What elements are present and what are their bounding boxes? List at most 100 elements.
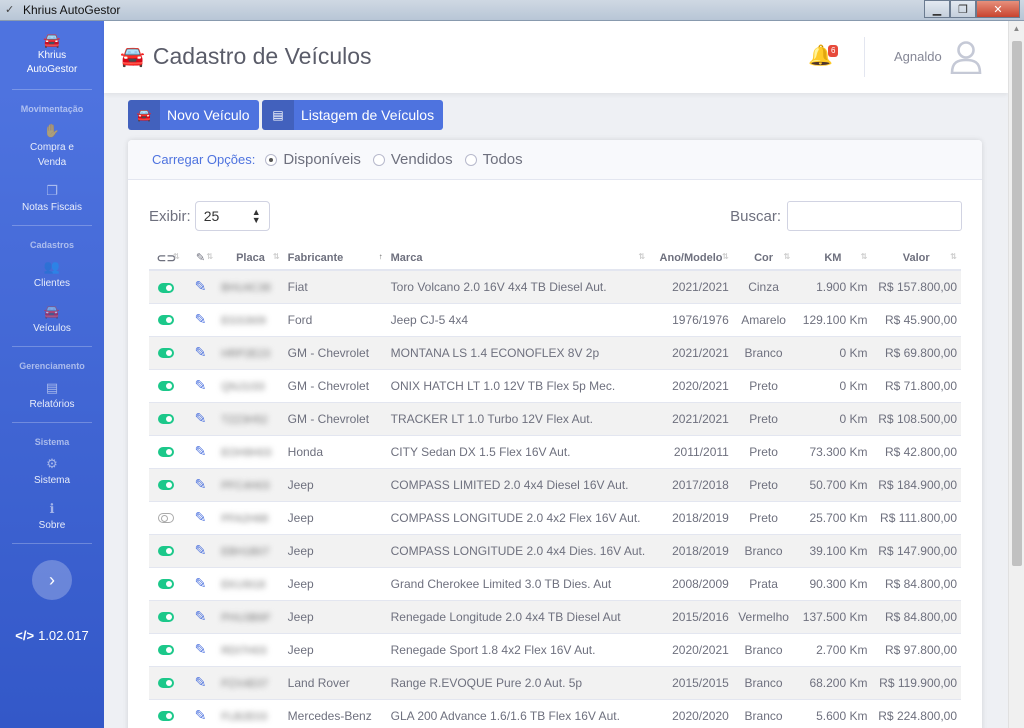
edit-icon[interactable]: ✎ bbox=[195, 344, 207, 360]
filter-option-todos[interactable]: Todos bbox=[464, 151, 523, 168]
sidebar-brand[interactable]: 🚘 Khrius AutoGestor bbox=[0, 21, 104, 89]
toggle-switch-icon[interactable] bbox=[158, 282, 175, 293]
user-avatar-icon[interactable] bbox=[950, 40, 982, 75]
km-cell: 2.700 Km bbox=[794, 633, 872, 667]
table-row[interactable]: ✎ EGS3I09 Ford Jeep CJ-5 4x4 1976/1976 Amarel… bbox=[149, 303, 961, 337]
table-row[interactable]: ✎ EBH1B07 Jeep COMPASS LONGITUDE 2.0 4x4 Di… bbox=[149, 534, 961, 568]
column-header-valor[interactable]: Valor ⇅ bbox=[871, 246, 961, 271]
sidebar-item-relatorios[interactable]: ▤ Relatórios bbox=[0, 377, 104, 422]
filter-option-vendidos[interactable]: Vendidos bbox=[372, 151, 453, 168]
edit-icon[interactable]: ✎ bbox=[195, 509, 207, 525]
edit-icon[interactable]: ✎ bbox=[195, 542, 207, 558]
table-row[interactable]: ✎ RDI7H03 Jeep Renegade Sport 1.8 4x2 Flex … bbox=[149, 633, 961, 667]
edit-icon[interactable]: ✎ bbox=[195, 377, 207, 393]
table-row[interactable]: ✎ PFA2H68 Jeep COMPASS LONGITUDE 2.0 4x2 Fl… bbox=[149, 501, 961, 535]
edit-icon[interactable]: ✎ bbox=[195, 476, 207, 492]
table-row[interactable]: ✎ PFC4H03 Jeep COMPASS LIMITED 2.0 4x4 Dies… bbox=[149, 468, 961, 502]
table-row[interactable]: ✎ BHU4C38 Fiat Toro Volcano 2.0 16V 4x4 TB … bbox=[149, 270, 961, 304]
page-scrollbar[interactable]: ▲ bbox=[1008, 21, 1024, 728]
edit-icon[interactable]: ✎ bbox=[195, 443, 207, 459]
vehicle-list-button[interactable]: ▤ Listagem de Veículos bbox=[262, 100, 444, 130]
filter-option-disponiveis[interactable]: Disponíveis bbox=[265, 151, 361, 168]
sidebar-toggle-button[interactable]: › bbox=[32, 560, 72, 600]
edit-icon[interactable]: ✎ bbox=[195, 278, 207, 294]
table-row[interactable]: ✎ EKU9I18 Jeep Grand Cherokee Limited 3.0 T… bbox=[149, 567, 961, 601]
toggle-switch-icon[interactable] bbox=[158, 447, 175, 458]
sidebar-heading-gerenciamento: Gerenciamento bbox=[19, 361, 85, 371]
toggle-switch-icon[interactable] bbox=[158, 711, 175, 722]
page-size-label: Exibir: bbox=[149, 207, 191, 225]
sidebar-item-clientes[interactable]: 👥 Clientes bbox=[0, 256, 104, 301]
ano-modelo-cell: 2021/2021 bbox=[649, 402, 733, 436]
toggle-switch-icon[interactable] bbox=[158, 546, 175, 557]
column-header-km[interactable]: KM ⇅ bbox=[794, 246, 872, 271]
column-header-fabricante[interactable]: Fabricante ↑ bbox=[283, 246, 387, 271]
toggle-switch-icon[interactable] bbox=[158, 645, 175, 656]
cor-cell: Branco bbox=[732, 666, 795, 700]
table-row[interactable]: ✎ PZX4E07 Land Rover Range R.EVOQUE Pure 2.… bbox=[149, 666, 961, 700]
edit-icon[interactable]: ✎ bbox=[195, 608, 207, 624]
toggle-switch-icon[interactable] bbox=[158, 678, 175, 689]
close-window-button[interactable]: ✕ bbox=[976, 0, 1020, 18]
toggle-switch-icon[interactable] bbox=[158, 513, 175, 524]
column-header-cor[interactable]: Cor ⇅ bbox=[732, 246, 795, 271]
maximize-button[interactable]: ❐ bbox=[950, 0, 976, 18]
search-input[interactable] bbox=[787, 201, 962, 231]
edit-icon[interactable]: ✎ bbox=[195, 311, 207, 327]
cor-cell: Preto bbox=[732, 402, 795, 436]
toggle-switch-icon[interactable] bbox=[158, 381, 175, 392]
sidebar-item-veiculos[interactable]: 🚘 Veículos bbox=[0, 301, 104, 346]
column-header-edit[interactable]: ✎ ⇅ bbox=[183, 246, 218, 271]
toggle-switch-icon[interactable] bbox=[158, 579, 175, 590]
edit-icon[interactable]: ✎ bbox=[195, 410, 207, 426]
scrollbar-thumb[interactable] bbox=[1012, 41, 1022, 566]
notifications-button[interactable]: 🔔 6 bbox=[808, 43, 839, 71]
ano-modelo-cell: 2020/2020 bbox=[649, 699, 733, 728]
column-header-ano-modelo[interactable]: Ano/Modelo ⇅ bbox=[649, 246, 733, 271]
column-header-marca[interactable]: Marca ⇅ bbox=[386, 246, 650, 271]
toggle-switch-icon[interactable] bbox=[158, 612, 175, 623]
table-row[interactable]: ✎ EOH9H03 Honda CITY Sedan DX 1.5 Flex 16V … bbox=[149, 435, 961, 469]
edit-icon[interactable]: ✎ bbox=[195, 707, 207, 723]
marca-cell: TRACKER LT 1.0 Turbo 12V Flex Aut. bbox=[386, 402, 650, 436]
ano-modelo-cell: 2017/2018 bbox=[649, 468, 733, 502]
sidebar-item-notas-fiscais[interactable]: ❐ Notas Fiscais bbox=[0, 180, 104, 225]
radio-label: Todos bbox=[482, 151, 523, 168]
version-info: </> 1.02.017 bbox=[0, 628, 104, 643]
km-cell: 90.300 Km bbox=[794, 567, 872, 601]
sidebar-item-sistema[interactable]: ⚙ Sistema bbox=[0, 453, 104, 498]
sort-icon: ⇅ bbox=[722, 252, 729, 261]
placa-value: EGS3I09 bbox=[221, 314, 266, 327]
placa-value: PHU3B6F bbox=[221, 611, 271, 624]
table-row[interactable]: ✎ TZZ3H52 GM - Chevrolet TRACKER LT 1.0 Tur… bbox=[149, 402, 961, 436]
toggle-switch-icon[interactable] bbox=[158, 315, 175, 326]
sidebar-item-sobre[interactable]: ℹ Sobre bbox=[0, 498, 104, 543]
topbar-divider bbox=[864, 37, 865, 77]
table-row[interactable]: ✎ FLB2E03 Mercedes-Benz GLA 200 Advance 1.6… bbox=[149, 699, 961, 728]
placa-cell: TZZ3H52 bbox=[217, 402, 284, 436]
table-row[interactable]: ✎ HRP2E23 GM - Chevrolet MONTANA LS 1.4 ECO… bbox=[149, 336, 961, 370]
column-header-label: Cor bbox=[754, 251, 774, 264]
edit-cell: ✎ bbox=[183, 270, 218, 304]
table-row[interactable]: ✎ PHU3B6F Jeep Renegade Longitude 2.0 4x4 T… bbox=[149, 600, 961, 634]
column-header-status[interactable]: ⊂⊃ ⇅ bbox=[149, 246, 184, 271]
sidebar-item-compra-venda[interactable]: ✋ Compra e Venda bbox=[0, 120, 104, 180]
user-name[interactable]: Agnaldo bbox=[894, 49, 942, 64]
new-vehicle-button[interactable]: 🚘 Novo Veículo bbox=[128, 100, 259, 130]
scroll-up-arrow-icon[interactable]: ▲ bbox=[1009, 21, 1024, 37]
ano-modelo-cell: 2020/2021 bbox=[649, 633, 733, 667]
toggle-switch-icon[interactable] bbox=[158, 414, 175, 425]
edit-icon[interactable]: ✎ bbox=[195, 575, 207, 591]
column-header-placa[interactable]: Placa ⇅ bbox=[217, 246, 284, 271]
page-size-select[interactable]: 25 ▲ ▼ bbox=[194, 201, 270, 231]
toggle-switch-icon[interactable] bbox=[158, 348, 175, 359]
sidebar-item-label: Sobre bbox=[38, 520, 66, 531]
table-row[interactable]: ✎ QNJ1I33 GM - Chevrolet ONIX HATCH LT 1.0 … bbox=[149, 369, 961, 403]
edit-icon[interactable]: ✎ bbox=[195, 674, 207, 690]
status-toggle-cell bbox=[149, 435, 184, 469]
km-cell: 137.500 Km bbox=[794, 600, 872, 634]
minimize-button[interactable]: ▁ bbox=[924, 0, 950, 18]
toggle-switch-icon[interactable] bbox=[158, 480, 175, 491]
edit-icon[interactable]: ✎ bbox=[195, 641, 207, 657]
edit-cell: ✎ bbox=[183, 402, 218, 436]
